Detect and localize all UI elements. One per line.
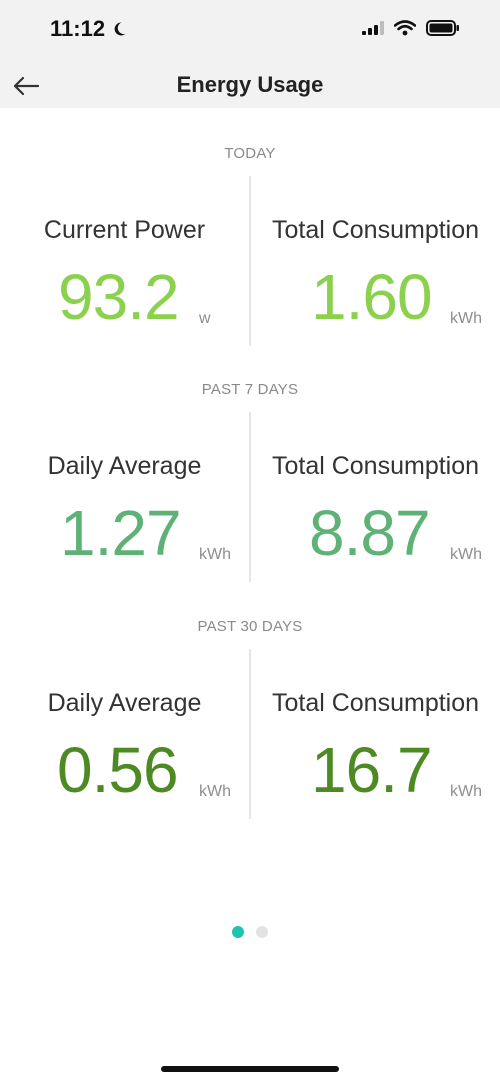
section-label-past-30-days: PAST 30 DAYS [197, 618, 303, 635]
metric-unit: w [199, 310, 211, 327]
metric-unit: kWh [450, 783, 482, 800]
page-title: Energy Usage [176, 72, 324, 97]
metric-label: Total Consumption [271, 452, 480, 480]
status-icons [362, 20, 460, 36]
metric-daily-average-30-days: Daily Average 0.56 kWh [0, 649, 249, 819]
metric-unit: kWh [450, 310, 482, 327]
metric-value: 0.56 [57, 734, 179, 806]
metric-value: 93.2 [58, 261, 180, 333]
battery-icon [426, 20, 459, 36]
metric-label: Daily Average [47, 452, 202, 480]
page-dot-active[interactable] [232, 926, 244, 938]
row-past-30-days: Daily Average 0.56 kWh Total Consumption… [0, 649, 500, 819]
status-time: 11:12 [50, 16, 127, 42]
metric-label: Total Consumption [271, 689, 480, 717]
time-text: 11:12 [50, 16, 106, 41]
row-past-7-days: Daily Average 1.27 kWh Total Consumption… [0, 412, 500, 582]
metric-value: 1.60 [311, 261, 433, 333]
metric-label: Total Consumption [271, 216, 480, 244]
status-bar: 11:12 [0, 0, 500, 60]
row-today: Current Power 93.2 w Total Consumption 1… [0, 176, 500, 346]
metric-unit: kWh [450, 546, 482, 563]
metric-value: 16.7 [311, 734, 433, 806]
metric-current-power: Current Power 93.2 w [0, 176, 249, 346]
page-dot[interactable] [256, 926, 268, 938]
metric-value: 1.27 [60, 497, 182, 569]
metric-value: 8.87 [309, 497, 431, 569]
navigation-bar: Energy Usage [0, 60, 500, 108]
section-label-today: TODAY [224, 145, 276, 162]
metric-total-consumption-7-days: Total Consumption 8.87 kWh [251, 412, 500, 582]
metric-label: Current Power [43, 216, 206, 244]
metric-unit: kWh [199, 783, 231, 800]
wifi-icon [394, 20, 416, 36]
metric-daily-average-7-days: Daily Average 1.27 kWh [0, 412, 249, 582]
metric-total-consumption-today: Total Consumption 1.60 kWh [251, 176, 500, 346]
moon-icon [114, 22, 126, 36]
metric-total-consumption-30-days: Total Consumption 16.7 kWh [251, 649, 500, 819]
signal-icon [362, 21, 384, 35]
metric-label: Daily Average [47, 689, 202, 717]
home-indicator[interactable] [161, 1066, 339, 1072]
metric-unit: kWh [199, 546, 231, 563]
page-indicator[interactable] [0, 926, 500, 938]
section-label-past-7-days: PAST 7 DAYS [201, 381, 299, 398]
